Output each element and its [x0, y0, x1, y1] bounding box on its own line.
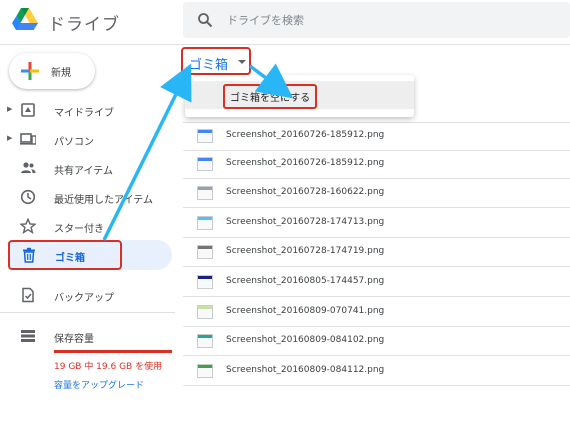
file-row[interactable]: Screenshot_20160809-084112.png: [183, 357, 570, 386]
computer-icon: [20, 133, 36, 145]
breadcrumb-trash-dropdown[interactable]: ゴミ箱: [181, 47, 251, 75]
backup-icon: [22, 287, 34, 303]
sidebar-item-label: ゴミ箱: [55, 253, 85, 264]
new-button-label: 新規: [51, 68, 71, 79]
trash-active-highlight: [122, 240, 172, 270]
sidebar-item-starred[interactable]: スター付き: [0, 212, 170, 240]
file-name: Screenshot_20160809-084112.png: [226, 365, 385, 375]
file-row[interactable]: Screenshot_20160726-185912.png: [183, 150, 570, 179]
storage-icon: [21, 330, 35, 342]
sidebar-item-label: 共有アイテム: [54, 166, 113, 177]
search-bar[interactable]: [183, 2, 570, 38]
clock-icon: [20, 189, 36, 205]
sidebar-item-my-drive[interactable]: ▶ マイドライブ: [0, 96, 170, 124]
caret-down-icon: [238, 60, 246, 64]
storage-label: 保存容量: [54, 334, 94, 345]
breadcrumb-label: ゴミ箱: [189, 58, 229, 73]
image-file-icon: [197, 129, 213, 143]
file-name: Screenshot_20160728-174719.png: [226, 246, 385, 256]
search-input[interactable]: [227, 2, 557, 38]
file-row[interactable]: Screenshot_20160805-174457.png: [183, 268, 570, 297]
sidebar-item-recent[interactable]: 最近使用したアイテム: [0, 183, 170, 211]
new-button[interactable]: 新規: [9, 53, 95, 89]
file-name: Screenshot_20160809-084102.png: [226, 335, 385, 345]
sidebar-item-label: スター付き: [54, 224, 104, 235]
image-file-icon: [197, 334, 213, 348]
upgrade-storage-link[interactable]: 容量をアップグレード: [54, 378, 144, 391]
file-name: Screenshot_20160726-185912.png: [226, 158, 385, 168]
empty-trash-label: ゴミ箱を空にする: [223, 84, 318, 109]
file-name: Screenshot_20160805-174457.png: [226, 276, 385, 286]
file-name: Screenshot_20160726-185912.png: [226, 130, 385, 140]
sidebar-divider: [0, 312, 175, 313]
expand-arrow-icon[interactable]: ▶: [7, 134, 12, 142]
image-file-icon: [197, 245, 213, 259]
app-title: ドライブ: [48, 15, 120, 35]
image-file-icon: [197, 275, 213, 289]
drive-logo: [12, 8, 38, 30]
trash-menu: ゴミ箱を空にする: [185, 75, 414, 117]
shared-people-icon: [21, 162, 36, 173]
sidebar-item-trash[interactable]: ゴミ箱: [8, 240, 122, 270]
expand-arrow-icon[interactable]: ▶: [7, 105, 12, 113]
my-drive-icon: [21, 103, 35, 117]
sidebar-item-backup[interactable]: バックアップ: [0, 281, 170, 309]
sidebar-item-storage[interactable]: 保存容量: [0, 322, 170, 350]
image-file-icon: [197, 157, 213, 171]
file-name: Screenshot_20160809-070741.png: [226, 306, 385, 316]
file-row[interactable]: Screenshot_20160728-160622.png: [183, 179, 570, 208]
image-file-icon: [197, 364, 213, 378]
sidebar-item-label: パソコン: [54, 137, 94, 148]
sidebar-item-label: 最近使用したアイテム: [54, 195, 153, 206]
header-divider: [0, 44, 570, 45]
file-name: Screenshot_20160728-160622.png: [226, 187, 385, 197]
file-row[interactable]: Screenshot_20160728-174719.png: [183, 238, 570, 267]
file-name: Screenshot_20160728-174713.png: [226, 217, 385, 227]
trash-icon: [23, 247, 35, 263]
sidebar-item-shared[interactable]: 共有アイテム: [0, 154, 170, 182]
file-row[interactable]: Screenshot_20160809-070741.png: [183, 298, 570, 327]
file-row[interactable]: Screenshot_20160809-084102.png: [183, 327, 570, 356]
image-file-icon: [197, 216, 213, 230]
plus-icon: [21, 62, 39, 80]
storage-usage-text: 19 GB 中 19.6 GB を使用: [54, 362, 163, 372]
sidebar-item-label: バックアップ: [54, 293, 114, 304]
search-icon[interactable]: [197, 12, 213, 28]
file-row[interactable]: Screenshot_20160726-185912.png: [183, 122, 570, 151]
empty-trash-menu-item[interactable]: ゴミ箱を空にする: [185, 81, 414, 109]
sidebar-item-computers[interactable]: ▶ パソコン: [0, 125, 170, 153]
file-row[interactable]: Screenshot_20160728-174713.png: [183, 209, 570, 238]
sidebar-item-label: マイドライブ: [54, 108, 114, 119]
storage-usage-bar: [54, 350, 172, 353]
image-file-icon: [197, 305, 213, 319]
image-file-icon: [197, 186, 213, 200]
star-icon: [20, 218, 36, 234]
